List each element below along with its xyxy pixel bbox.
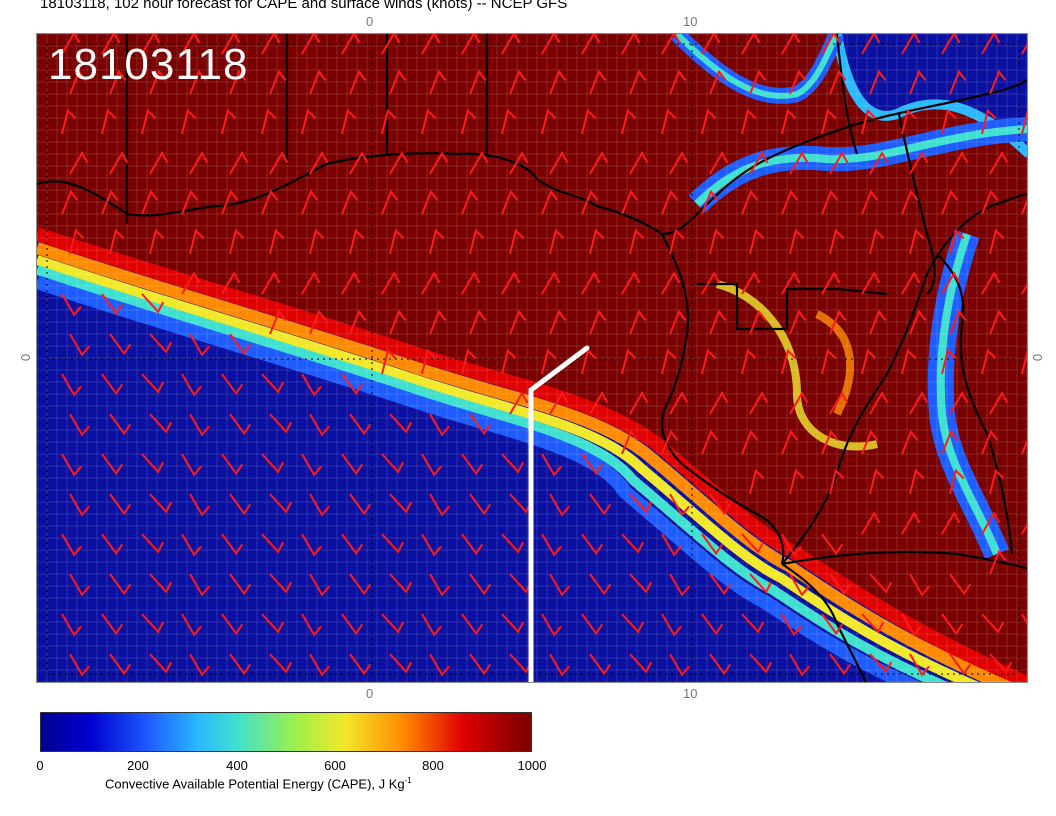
bottom-tick-10: 10 [683,686,698,701]
bottom-tick-0: 0 [366,686,374,701]
colorbar-tick: 0 [36,758,44,773]
colorbar-label-text: Convective Available Potential Energy (C… [105,776,405,792]
map-frame [36,33,1028,683]
right-tick-0: 0 [1030,353,1046,362]
colorbar-tick: 200 [127,758,149,773]
left-tick-0: 0 [18,353,34,362]
colorbar-tick: 800 [422,758,444,773]
top-tick-0: 0 [366,14,374,29]
colorbar-label-unit: -1 [404,776,412,785]
colorbar-tick: 600 [324,758,346,773]
top-tick-10: 10 [683,14,698,29]
cape-colorbar [40,712,532,752]
panel-datetime-label: 18103118 [48,40,249,89]
colorbar-label: Convective Available Potential Energy (C… [105,776,412,791]
cape-map [37,34,1027,682]
figure-title: 18103118, 102 hour forecast for CAPE and… [40,0,568,12]
colorbar-tick: 1000 [517,758,547,773]
colorbar-tick: 400 [226,758,248,773]
